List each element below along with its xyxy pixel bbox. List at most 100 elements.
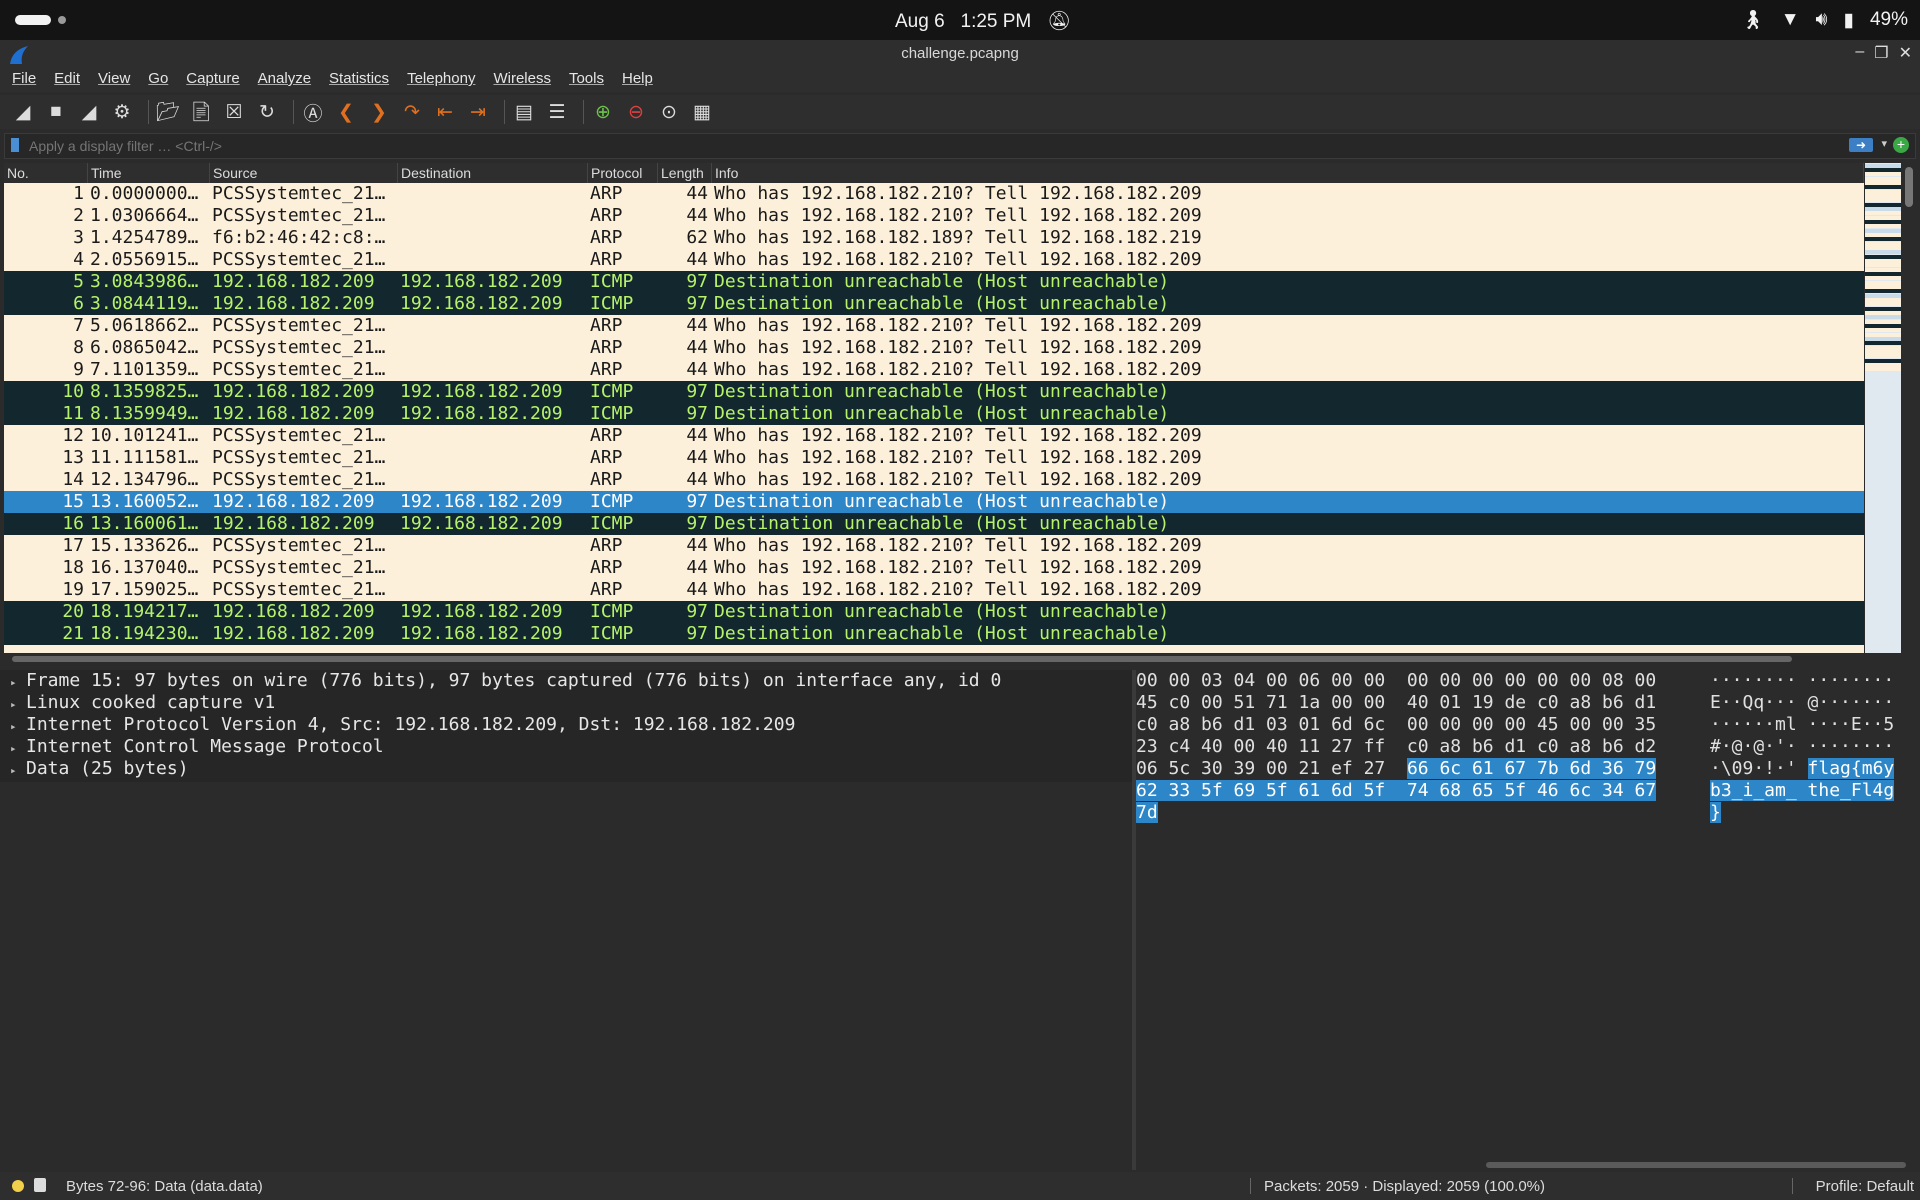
column-header-info[interactable]: Info [712,163,1864,183]
filter-dropdown-icon[interactable]: ▾ [1881,137,1887,150]
restart-capture-icon[interactable]: ◢ [76,99,102,125]
colorize-icon[interactable]: ☰ [544,99,570,125]
go-to-packet-icon[interactable]: ↷ [399,99,425,125]
packet-row[interactable]: 1 0.0000000… PCSSystemtec_21… ARP 44 Who has … [4,183,1864,205]
column-header-destination[interactable]: Destination [398,163,588,183]
expand-arrow-icon[interactable]: ▸ [10,738,26,760]
zoom-in-icon[interactable]: ⊕ [590,99,616,125]
stop-capture-icon[interactable]: ■ [43,99,69,125]
capture-options-icon[interactable]: ⚙ [109,99,135,125]
first-packet-icon[interactable]: ⇤ [432,99,458,125]
minimize-button[interactable]: – [1855,43,1864,63]
column-header-length[interactable]: Length [658,163,712,183]
hex-row[interactable]: 7d} [1136,802,1920,824]
hex-row[interactable]: 00 00 03 04 00 06 00 00 00 00 00 00 00 0… [1136,670,1920,692]
menu-analyze[interactable]: Analyze [252,70,317,92]
status-profile[interactable]: Profile: Default [1816,1178,1914,1195]
capture-comment-icon[interactable] [34,1178,46,1192]
expand-arrow-icon[interactable]: ▸ [10,672,26,694]
packet-list-hscrollbar[interactable] [4,653,1864,665]
menu-telephony[interactable]: Telephony [401,70,481,92]
maximize-button[interactable]: ❐ [1874,43,1888,63]
start-capture-icon[interactable]: ◢ [10,99,36,125]
packet-bytes-pane[interactable]: 00 00 03 04 00 06 00 00 00 00 00 00 00 0… [1136,670,1920,1160]
battery-icon[interactable]: ▮ [1844,9,1854,32]
bytes-hscrollbar[interactable] [1136,1160,1916,1170]
hex-row[interactable]: 23 c4 40 00 40 11 27 ff c0 a8 b6 d1 c0 a… [1136,736,1920,758]
packet-row[interactable]: 2 1.0306664… PCSSystemtec_21… ARP 44 Who has … [4,205,1864,227]
detail-icmp[interactable]: ▸ Internet Control Message Protocol [0,736,1132,758]
packet-list[interactable]: No. Time Source Destination Protocol Len… [4,163,1864,653]
normal-size-icon[interactable]: ⊙ [656,99,682,125]
go-back-icon[interactable]: ❮ [333,99,359,125]
detail-frame[interactable]: ▸ Frame 15: 97 bytes on wire (776 bits), … [0,670,1132,692]
detail-ipv4[interactable]: ▸ Internet Protocol Version 4, Src: 192.1… [0,714,1132,736]
packet-row[interactable]: 19 17.159025… PCSSystemtec_21… ARP 44 Who has… [4,579,1864,601]
packet-row[interactable]: 18 16.137040… PCSSystemtec_21… ARP 44 Who has… [4,557,1864,579]
menu-help[interactable]: Help [616,70,659,92]
column-header-no[interactable]: No. [4,163,88,183]
packet-minimap[interactable] [1865,163,1901,653]
packet-row[interactable]: 3 1.4254789… f6:b2:46:42:c8:… ARP 62 Who has … [4,227,1864,249]
open-file-icon[interactable]: 📂︎ [155,99,181,125]
save-file-icon[interactable]: 📄︎ [188,99,214,125]
autoscroll-icon[interactable]: ▤ [511,99,537,125]
packet-row[interactable]: 11 8.1359949… 192.168.182.209 192.168.182.2… [4,403,1864,425]
packet-details-pane[interactable]: ▸ Frame 15: 97 bytes on wire (776 bits), … [0,670,1132,1170]
detail-data[interactable]: ▸ Data (25 bytes) [0,758,1132,780]
packet-row[interactable]: 12 10.101241… PCSSystemtec_21… ARP 44 Who has… [4,425,1864,447]
packet-row[interactable]: 9 7.1101359… PCSSystemtec_21… ARP 44 Who has … [4,359,1864,381]
packet-row[interactable]: 15 13.160052… 192.168.182.209 192.168.182.2… [4,491,1864,513]
packet-row[interactable]: 8 6.0865042… PCSSystemtec_21… ARP 44 Who has … [4,337,1864,359]
activities-indicator[interactable] [15,15,51,25]
hex-row[interactable]: 62 33 5f 69 5f 61 6d 5f 74 68 65 5f 46 6… [1136,780,1920,802]
menu-edit[interactable]: Edit [48,70,86,92]
packet-row[interactable]: 14 12.134796… PCSSystemtec_21… ARP 44 Who has… [4,469,1864,491]
packet-list-scrollbar[interactable] [1902,163,1916,653]
packet-row[interactable]: 7 5.0618662… PCSSystemtec_21… ARP 44 Who has … [4,315,1864,337]
expand-arrow-icon[interactable]: ▸ [10,694,26,716]
expert-info-icon[interactable] [12,1180,24,1192]
display-filter-input[interactable] [27,136,1531,156]
packet-row[interactable]: 17 15.133626… PCSSystemtec_21… ARP 44 Who has… [4,535,1864,557]
expand-arrow-icon[interactable]: ▸ [10,716,26,738]
go-forward-icon[interactable]: ❯ [366,99,392,125]
close-button[interactable]: ✕ [1899,43,1912,63]
packet-row[interactable]: 10 8.1359825… 192.168.182.209 192.168.182.2… [4,381,1864,403]
menu-view[interactable]: View [92,70,136,92]
close-file-icon[interactable]: ☒ [221,99,247,125]
hex-row[interactable]: 45 c0 00 51 71 1a 00 00 40 01 19 de c0 a… [1136,692,1920,714]
zoom-out-icon[interactable]: ⊖ [623,99,649,125]
accessibility-icon[interactable]: 🚶︎ [1741,8,1765,32]
packet-row[interactable]: 16 13.160061… 192.168.182.209 192.168.182.2… [4,513,1864,535]
packet-row[interactable]: 5 3.0843986… 192.168.182.209 192.168.182.20… [4,271,1864,293]
packet-row[interactable]: 6 3.0844119… 192.168.182.209 192.168.182.20… [4,293,1864,315]
expand-arrow-icon[interactable]: ▸ [10,760,26,782]
find-packet-icon[interactable]: Ⓐ [300,99,326,125]
column-header-source[interactable]: Source [210,163,398,183]
hex-row[interactable]: c0 a8 b6 d1 03 01 6d 6c 00 00 00 00 45 0… [1136,714,1920,736]
clock[interactable]: Aug 6 1:25 PM 🔕︎ [895,9,1071,33]
packet-row[interactable]: 4 2.0556915… PCSSystemtec_21… ARP 44 Who has … [4,249,1864,271]
last-packet-icon[interactable]: ⇥ [465,99,491,125]
packet-row[interactable]: 21 18.194230… 192.168.182.209 192.168.182.2… [4,623,1864,645]
bookmark-icon[interactable] [11,138,19,152]
packet-row[interactable]: 13 11.111581… PCSSystemtec_21… ARP 44 Who has… [4,447,1864,469]
menu-statistics[interactable]: Statistics [323,70,395,92]
menu-wireless[interactable]: Wireless [487,70,557,92]
column-header-protocol[interactable]: Protocol [588,163,658,183]
wifi-icon[interactable]: ▼ [1781,9,1800,31]
hex-row[interactable]: 06 5c 30 39 00 21 ef 27 66 6c 61 67 7b 6… [1136,758,1920,780]
packet-row[interactable]: 20 18.194217… 192.168.182.209 192.168.182.2… [4,601,1864,623]
system-tray[interactable]: 🚶︎ ▼ 🔊︎ ▮ 49% [1741,8,1908,32]
menu-go[interactable]: Go [142,70,174,92]
add-filter-button[interactable]: + [1893,137,1909,153]
workspace-dot[interactable] [58,16,66,24]
column-header-time[interactable]: Time [88,163,210,183]
menu-file[interactable]: File [6,70,42,92]
reload-file-icon[interactable]: ↻ [254,99,280,125]
menu-capture[interactable]: Capture [180,70,245,92]
volume-icon[interactable]: 🔊︎ [1816,9,1828,31]
resize-columns-icon[interactable]: ▦ [689,99,715,125]
menu-tools[interactable]: Tools [563,70,610,92]
